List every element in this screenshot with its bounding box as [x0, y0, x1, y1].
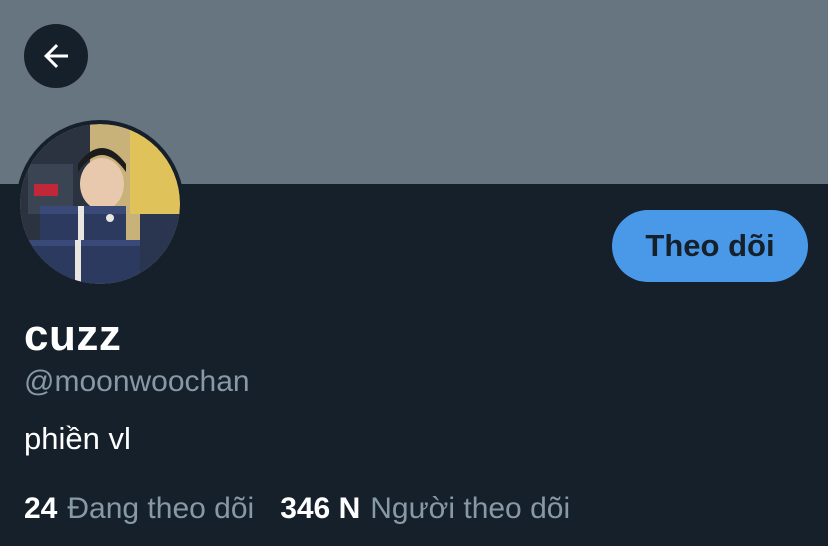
back-button[interactable]: [24, 24, 88, 88]
followers-link[interactable]: 346 N Người theo dõi: [280, 490, 570, 528]
follow-button[interactable]: Theo dõi: [612, 210, 808, 282]
followers-label: Người theo dõi: [370, 492, 571, 525]
display-name: cuzz: [24, 311, 122, 360]
following-count: 24: [24, 492, 58, 525]
profile-photo: [20, 124, 180, 284]
follow-stats: 24 Đang theo dõi 346 N Người theo dõi: [24, 490, 570, 528]
following-label: Đang theo dõi: [67, 492, 255, 525]
followers-count: 346 N: [280, 492, 361, 525]
profile-bio: phiền vl: [24, 421, 131, 456]
arrow-left-icon: [38, 38, 74, 74]
username-handle: @moonwoochan: [24, 365, 250, 398]
avatar[interactable]: [16, 120, 184, 288]
following-link[interactable]: 24 Đang theo dõi: [24, 490, 254, 528]
